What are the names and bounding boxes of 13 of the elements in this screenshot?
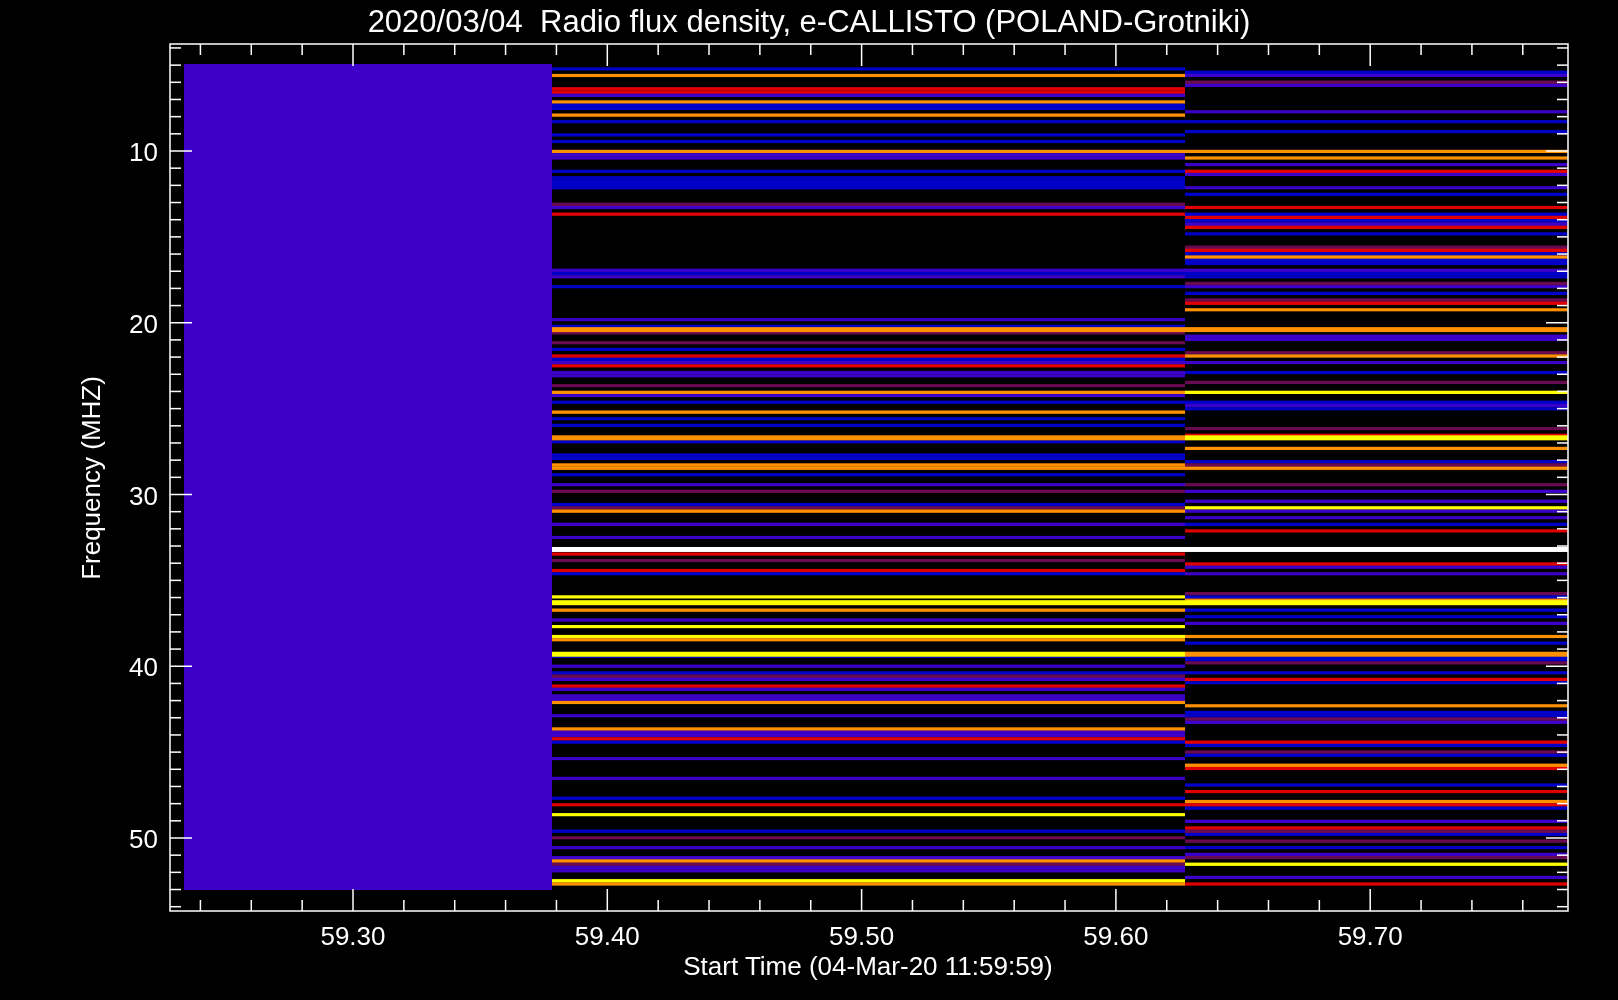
x-tick-label: 59.50 (829, 921, 895, 951)
x-tick-label: 59.30 (320, 921, 386, 951)
x-tick-label: 59.40 (574, 921, 640, 951)
x-axis-label: Start Time (04-Mar-20 11:59:59) (683, 951, 1053, 981)
plot-title: 2020/03/04 Radio flux density, e-CALLISTO (POLAND-Grotniki) (367, 4, 1251, 39)
y-tick-label: 50 (129, 824, 158, 854)
y-tick-label: 40 (129, 652, 158, 683)
y-axis-label: Frequency (MHZ) (76, 376, 106, 580)
x-tick-label: 59.60 (1083, 921, 1149, 951)
x-tick-label: 59.70 (1337, 921, 1403, 951)
y-tick-label: 30 (129, 480, 158, 511)
y-tick-label: 20 (129, 308, 158, 339)
y-tick-label: 10 (129, 137, 158, 167)
